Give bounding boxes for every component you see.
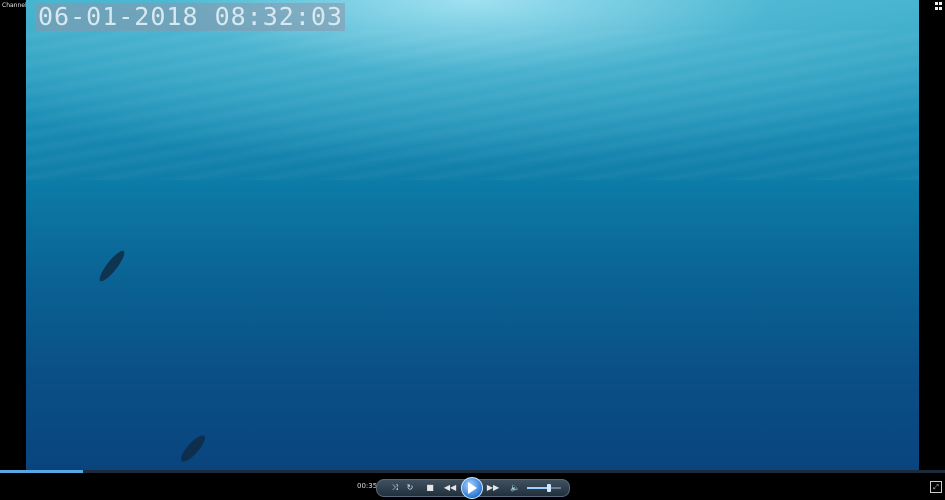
transport-bar: ⤨ ↻ ■ ◀◀ ▶▶ 🔈 [376,477,570,499]
volume-slider[interactable] [527,484,561,492]
video-timestamp-overlay: 06-01-2018 08:32:03 [36,2,345,31]
stop-icon[interactable]: ■ [423,482,437,494]
shuffle-icon[interactable]: ⤨ [388,482,402,494]
water-surface [26,30,919,180]
next-icon[interactable]: ▶▶ [486,482,500,494]
volume-icon[interactable]: 🔈 [508,482,522,494]
repeat-icon[interactable]: ↻ [403,482,417,494]
volume-level [527,487,549,489]
play-button[interactable] [461,477,483,499]
video-area[interactable]: 06-01-2018 08:32:03 [26,0,919,470]
switch-layout-icon[interactable] [935,2,943,10]
volume-knob[interactable] [547,484,551,492]
fish [96,247,128,285]
elapsed-time: 00:35 [357,482,378,490]
fullscreen-icon[interactable]: ⤢ [930,481,942,493]
play-icon [468,482,477,494]
fish [177,432,209,465]
player-controls: 00:35 ⤨ ↻ ■ ◀◀ ▶▶ 🔈 ⤢ [0,473,945,500]
previous-icon[interactable]: ◀◀ [443,482,457,494]
